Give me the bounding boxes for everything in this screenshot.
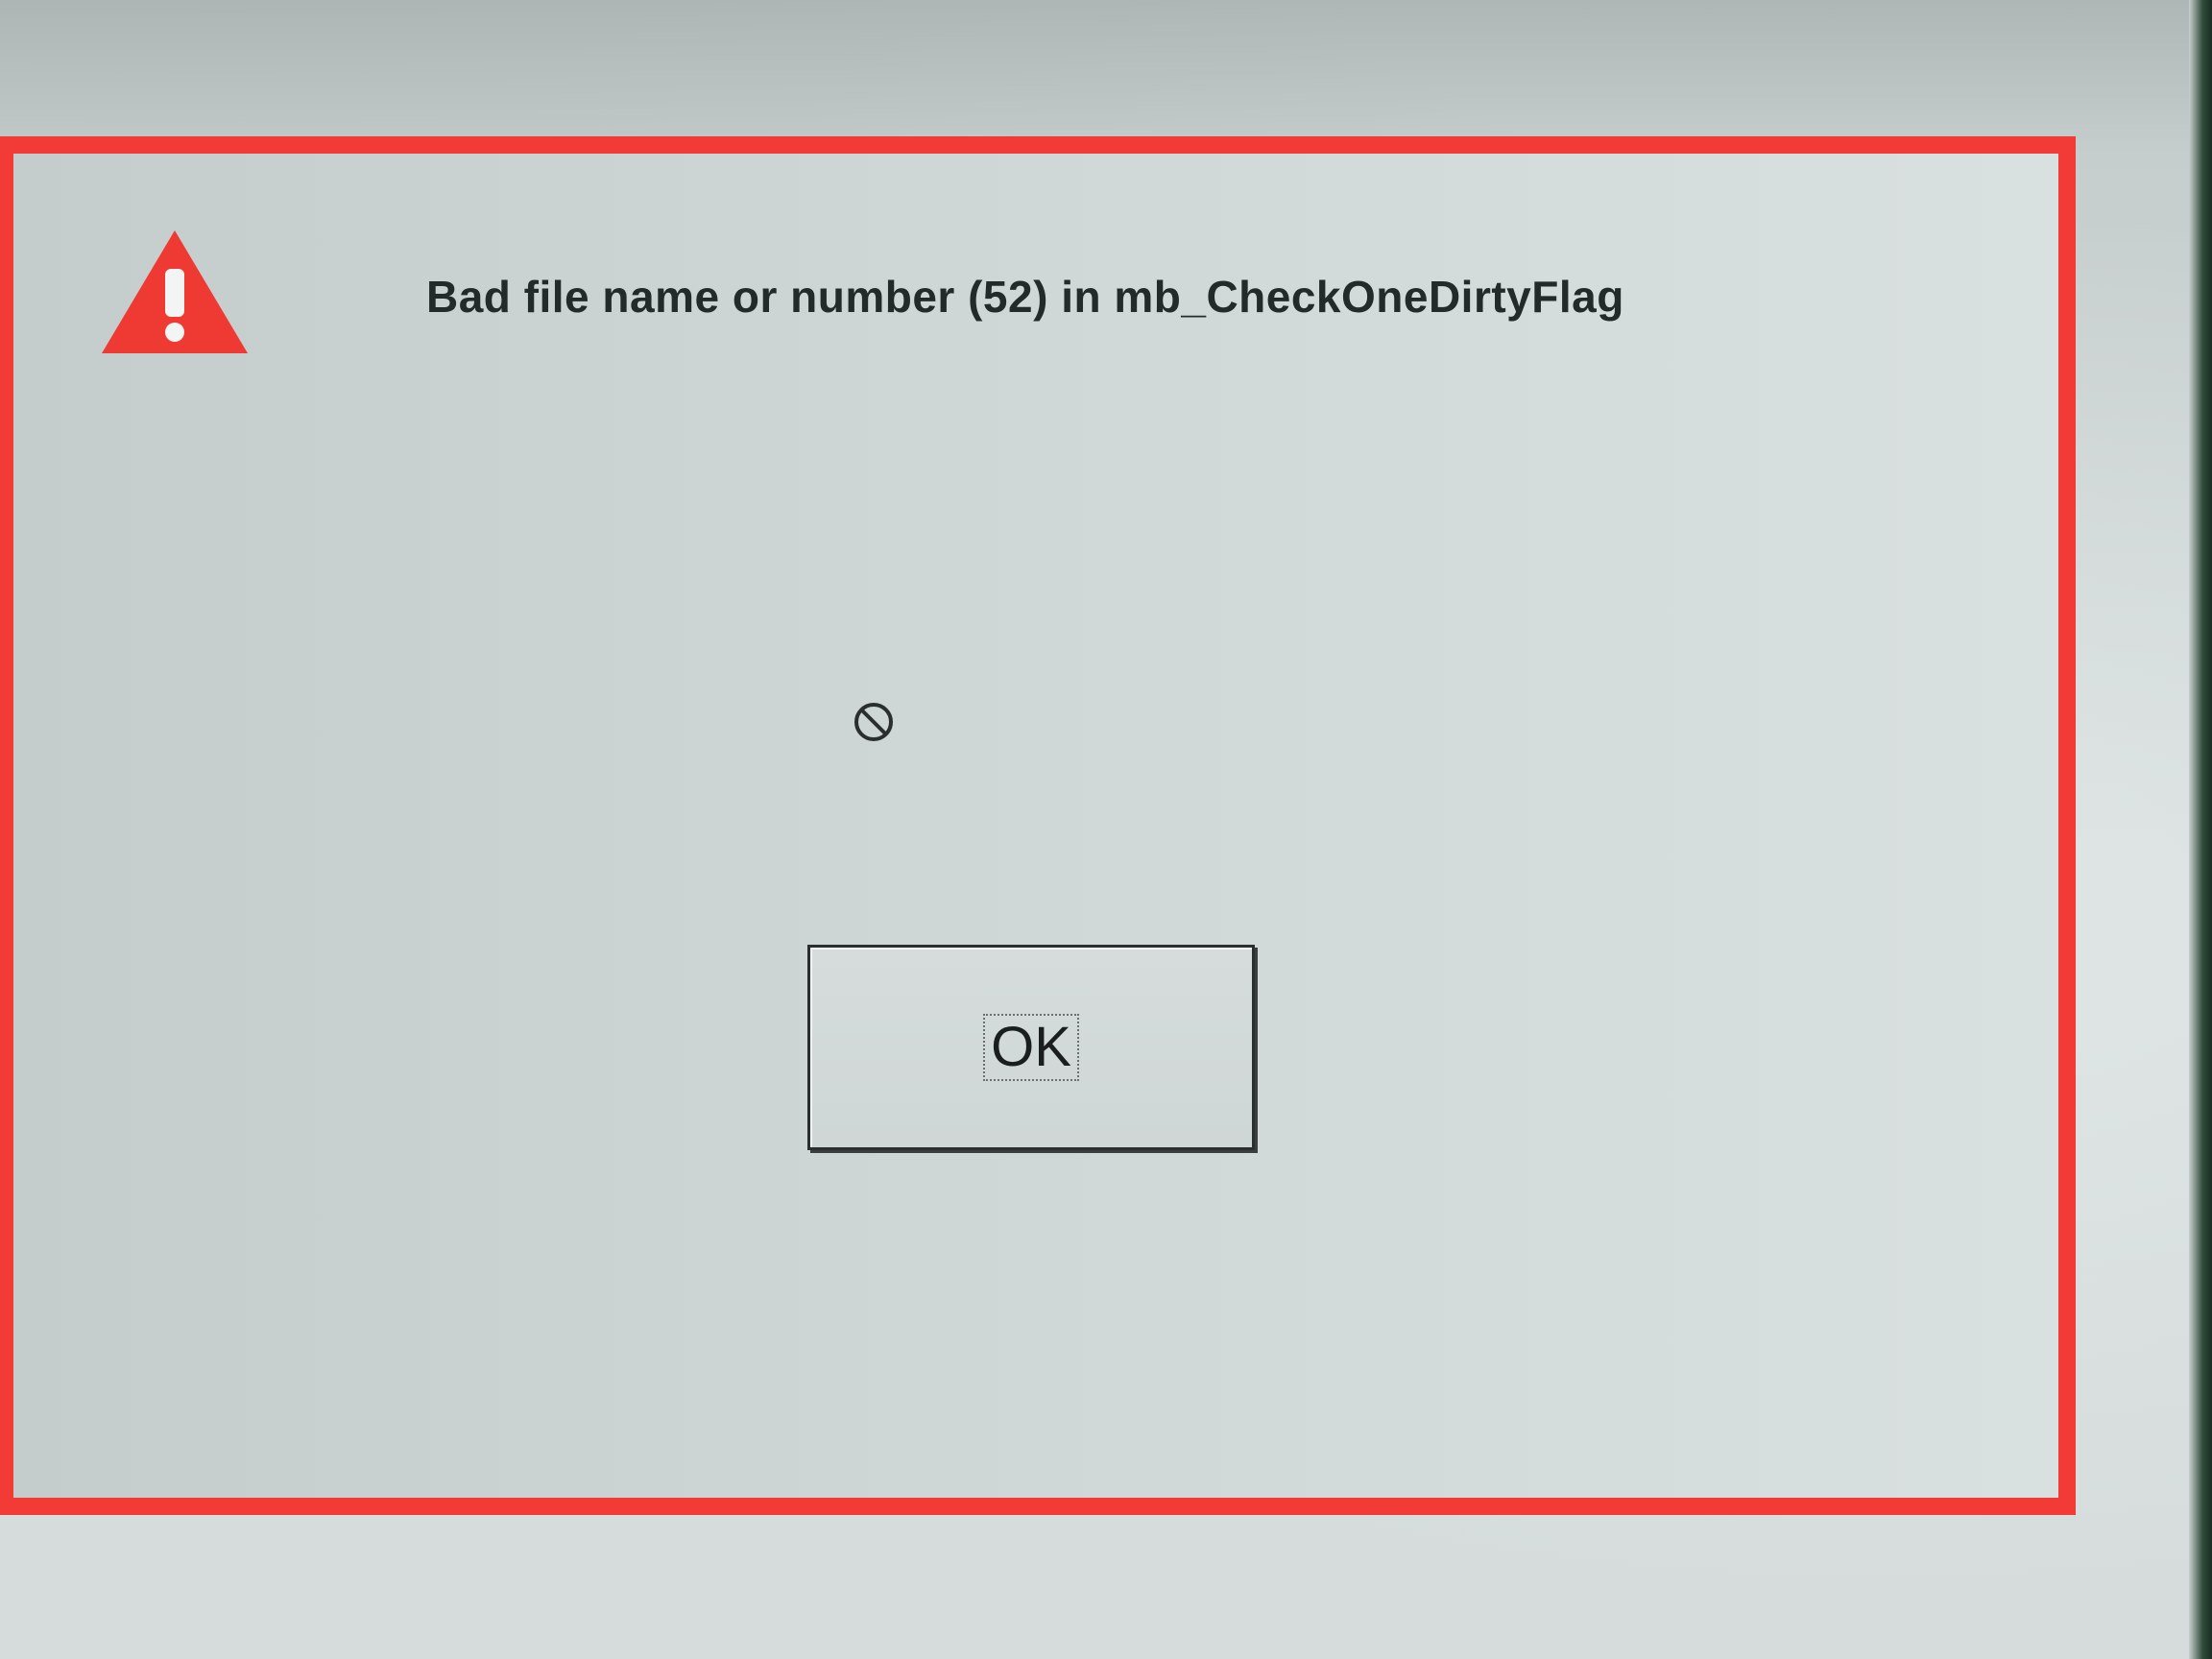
ok-button-label: OK [983,1014,1079,1081]
warning-icon [102,230,248,353]
error-dialog: Bad file name or number (52) in mb_Check… [0,136,2076,1515]
error-message: Bad file name or number (52) in mb_Check… [426,272,1624,322]
monitor-bezel-edge [2189,0,2212,1659]
not-allowed-cursor-icon [854,703,893,741]
ok-button[interactable]: OK [807,945,1255,1150]
